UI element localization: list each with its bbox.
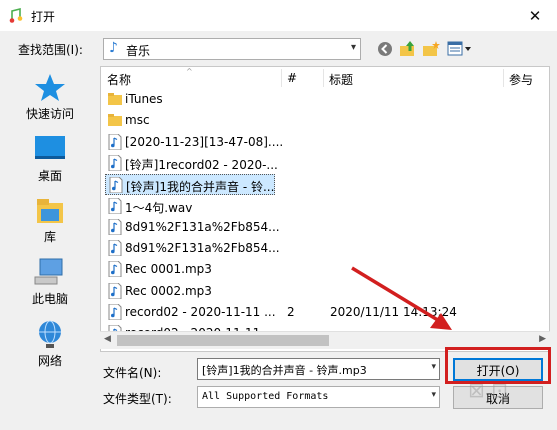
title-bar: 打开 ✕ xyxy=(0,0,557,31)
watermark-logo: ⊠ ⊡ xyxy=(468,378,508,402)
audio-file-icon xyxy=(108,282,122,299)
dialog-body: 查找范围(I): ♪ 音乐 ▾ 快速访问 桌面 库 此电脑 网络 ^ 名称 # … xyxy=(0,31,557,430)
file-title: 2020/11/11 14:13:24 xyxy=(330,305,457,319)
file-row[interactable]: 8d91%2F131a%2Fb854... xyxy=(105,238,280,259)
file-row[interactable]: [2020-11-23][13-47-08].... xyxy=(105,132,283,153)
file-name: [2020-11-23][13-47-08].... xyxy=(125,134,284,149)
this-pc-icon xyxy=(34,258,63,285)
filename-value: [铃声]1我的合并声音 - 铃声.mp3 xyxy=(202,364,367,377)
file-row[interactable]: Rec 0002.mp3 xyxy=(105,281,275,302)
file-name: 1～4句.wav xyxy=(125,200,193,215)
quick-access-icon xyxy=(35,74,65,101)
file-name: 8d91%2F131a%2Fb854... xyxy=(125,219,280,234)
audio-file-icon xyxy=(108,218,122,235)
column-number[interactable]: # xyxy=(281,67,323,89)
file-row[interactable]: [铃声]1我的合并声音 - 铃... xyxy=(105,174,275,196)
audio-file-icon xyxy=(108,154,122,171)
column-participants[interactable]: 参与 xyxy=(503,67,549,89)
places-bar: 快速访问 桌面 库 此电脑 网络 xyxy=(0,62,96,372)
close-icon: ✕ xyxy=(528,6,542,25)
app-music-icon xyxy=(9,8,23,23)
folder-icon xyxy=(108,114,122,127)
place-network[interactable]: 网络 xyxy=(10,319,90,369)
view-menu-icon xyxy=(447,41,471,56)
place-this-pc[interactable]: 此电脑 xyxy=(10,257,90,307)
file-list[interactable]: ^ 名称 # 标题 参与 iTunes msc [2020-11-23][13-47… xyxy=(100,66,550,352)
library-icon xyxy=(37,199,63,223)
place-label: 库 xyxy=(43,230,56,244)
file-row[interactable]: Rec 0001.mp3 xyxy=(105,259,275,280)
place-label: 此电脑 xyxy=(31,292,68,306)
place-quick-access[interactable]: 快速访问 xyxy=(10,72,90,122)
place-desktop[interactable]: 桌面 xyxy=(10,134,90,184)
audio-file-icon xyxy=(109,177,123,194)
view-menu-button[interactable] xyxy=(446,39,474,59)
scroll-left-icon[interactable]: ◀ xyxy=(104,334,111,344)
column-title[interactable]: 标题 xyxy=(323,67,503,89)
file-row[interactable]: iTunes xyxy=(105,89,275,110)
audio-file-icon xyxy=(108,133,122,150)
file-number: 2 xyxy=(287,305,295,319)
folder-icon xyxy=(108,93,122,105)
place-label: 网络 xyxy=(37,354,62,368)
chevron-down-icon[interactable]: ▾ xyxy=(431,362,436,372)
file-row[interactable]: record02 - 2020-11-11 ... xyxy=(105,302,276,323)
filetype-select[interactable]: All Supported Formats ▾ xyxy=(197,386,440,408)
place-library[interactable]: 库 xyxy=(10,195,90,245)
file-name: record02 - 2020-11-11 ... xyxy=(125,305,276,319)
close-button[interactable]: ✕ xyxy=(513,0,557,31)
audio-file-icon xyxy=(108,197,122,214)
scroll-right-icon[interactable]: ▶ xyxy=(539,334,546,344)
place-label: 快速访问 xyxy=(25,107,74,121)
back-button[interactable] xyxy=(375,39,395,59)
file-row[interactable]: [铃声]1record02 - 2020-... xyxy=(105,153,278,174)
file-name: [铃声]1我的合并声音 - 铃... xyxy=(126,180,275,195)
audio-file-icon xyxy=(108,304,122,320)
lookin-combo[interactable]: ♪ 音乐 ▾ xyxy=(103,38,361,60)
filename-label: 文件名(N): xyxy=(103,366,162,380)
lookin-value: 音乐 xyxy=(126,44,151,58)
filetype-label: 文件类型(T): xyxy=(103,392,172,406)
chevron-down-icon[interactable]: ▾ xyxy=(431,390,436,400)
file-name: [铃声]1record02 - 2020-... xyxy=(125,157,278,172)
audio-file-icon xyxy=(108,261,122,278)
chevron-down-icon[interactable]: ▾ xyxy=(351,42,356,53)
music-folder-icon: ♪ xyxy=(109,40,118,56)
network-icon xyxy=(39,320,61,348)
file-name: Rec 0001.mp3 xyxy=(125,262,212,277)
column-name[interactable]: 名称 xyxy=(101,67,281,89)
file-row[interactable]: 8d91%2F131a%2Fb854... xyxy=(105,217,280,238)
file-row[interactable]: msc xyxy=(105,110,275,131)
file-name: Rec 0002.mp3 xyxy=(125,283,212,298)
back-icon xyxy=(378,42,392,56)
place-label: 桌面 xyxy=(37,169,62,183)
desktop-icon xyxy=(35,136,65,159)
up-folder-icon xyxy=(400,41,414,56)
lookin-label: 查找范围(I): xyxy=(18,43,83,57)
window-title: 打开 xyxy=(31,10,56,24)
audio-file-icon xyxy=(108,240,122,257)
scroll-thumb[interactable] xyxy=(117,335,329,346)
file-name: iTunes xyxy=(125,92,163,106)
up-folder-button[interactable] xyxy=(398,39,418,59)
new-folder-button[interactable] xyxy=(421,39,441,59)
file-name: 8d91%2F131a%2Fb854... xyxy=(125,241,280,256)
file-row[interactable]: 1～4句.wav xyxy=(105,196,275,217)
filename-input[interactable]: [铃声]1我的合并声音 - 铃声.mp3 ▾ xyxy=(197,358,440,380)
file-name: msc xyxy=(125,113,150,128)
filetype-value: All Supported Formats xyxy=(202,391,329,402)
new-folder-icon xyxy=(423,41,440,56)
